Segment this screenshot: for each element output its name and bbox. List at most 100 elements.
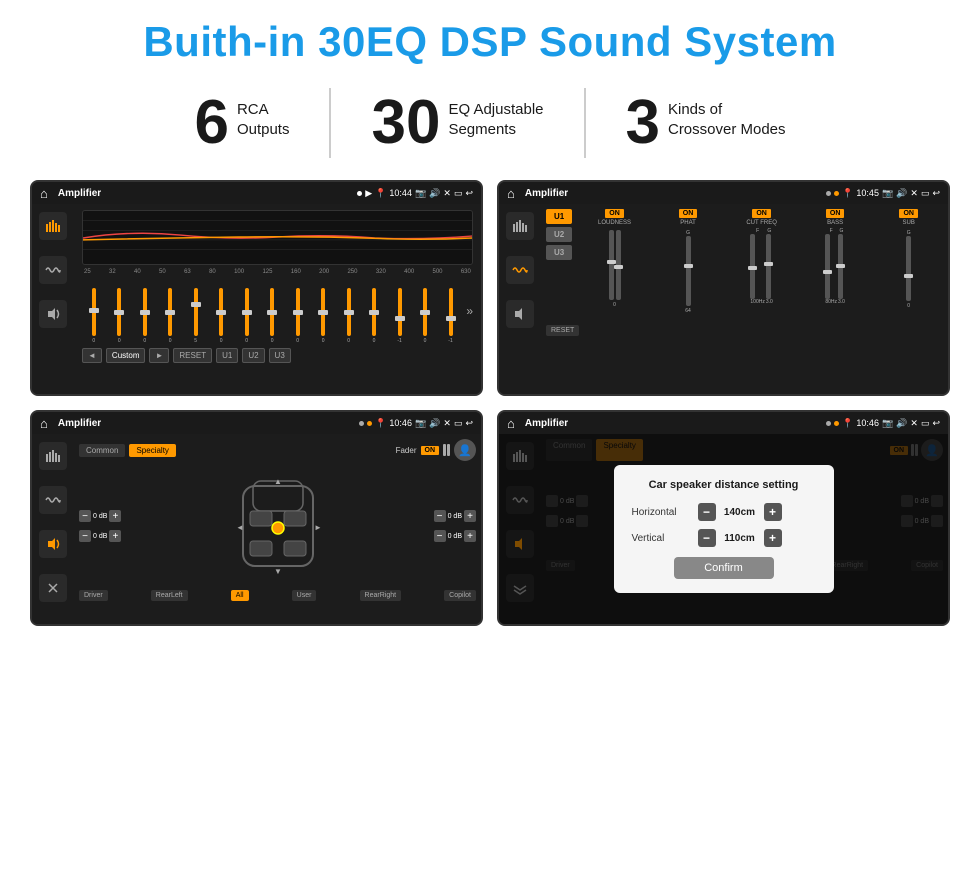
specialty-tab[interactable]: Specialty: [129, 444, 175, 457]
eq-slider-7[interactable]: 0: [235, 288, 258, 344]
copilot-btn[interactable]: Copilot: [444, 590, 476, 601]
fad-sidebar-vol-icon[interactable]: [39, 530, 67, 558]
eq-prev-btn[interactable]: ◄: [82, 348, 102, 363]
cro-sidebar-vol-icon[interactable]: [506, 300, 534, 328]
eq-u1-btn[interactable]: U1: [216, 348, 238, 363]
fader-speaker-layout: − 0 dB + − 0 dB +: [79, 466, 476, 586]
eq-slider-14[interactable]: 0: [413, 288, 436, 344]
channel-cutfreq: ON CUT FREQ F 100Hz G: [727, 209, 796, 314]
eq-u3-btn[interactable]: U3: [269, 348, 291, 363]
sub-fader[interactable]: [906, 236, 911, 301]
distance-screen-content: Common Specialty ON 👤 0 dB 0 dB: [499, 434, 948, 624]
car-diagram: ▲ ▼ ◄ ►: [125, 466, 429, 586]
main-title: Buith-in 30EQ DSP Sound System: [30, 18, 950, 66]
rearleft-btn[interactable]: RearLeft: [151, 590, 188, 601]
horizontal-value: 140cm: [720, 507, 760, 518]
db-minus-4[interactable]: −: [434, 530, 446, 542]
db-plus-1[interactable]: +: [109, 510, 121, 522]
eq-slider-5[interactable]: 5: [184, 288, 207, 344]
loudness-fader-r[interactable]: [616, 230, 621, 300]
cro-sidebar-wave-icon[interactable]: [506, 256, 534, 284]
eq-slider-2[interactable]: 0: [107, 288, 130, 344]
eq-slider-9[interactable]: 0: [286, 288, 309, 344]
home-icon[interactable]: ⌂: [40, 186, 48, 201]
status-bar-fader: ⌂ Amplifier 📍 10:46 📷 🔊 ✕ ▭ ↩: [32, 412, 481, 434]
horizontal-minus-btn[interactable]: −: [698, 503, 716, 521]
db-plus-4[interactable]: +: [464, 530, 476, 542]
eq-next-btn[interactable]: ►: [149, 348, 169, 363]
eq-sidebar-wave-icon[interactable]: [39, 256, 67, 284]
eq-more-icon[interactable]: »: [466, 304, 473, 318]
svg-text:◄: ◄: [236, 523, 244, 532]
cutfreq-fader-g[interactable]: [766, 234, 771, 299]
loudness-fader-l[interactable]: [609, 230, 614, 300]
eq-sidebar-volume-icon[interactable]: [39, 300, 67, 328]
u2-btn[interactable]: U2: [546, 227, 572, 242]
eq-slider-13[interactable]: -1: [388, 288, 411, 344]
db-minus-1[interactable]: −: [79, 510, 91, 522]
eq-slider-11[interactable]: 0: [337, 288, 360, 344]
cutfreq-fader-f[interactable]: [750, 234, 755, 299]
status-icons-crossover: 📍 10:45 📷 🔊 ✕ ▭ ↩: [826, 188, 940, 199]
on-badge-loudness[interactable]: ON: [605, 209, 624, 218]
phat-fader[interactable]: [686, 236, 691, 306]
loudness-val: 0: [613, 302, 616, 308]
eq-sidebar-eq-icon[interactable]: [39, 212, 67, 240]
db-minus-2[interactable]: −: [79, 530, 91, 542]
on-badge-phat[interactable]: ON: [679, 209, 698, 218]
sub-val: 0: [907, 303, 910, 309]
common-tab[interactable]: Common: [79, 444, 125, 457]
db-minus-3[interactable]: −: [434, 510, 446, 522]
eq-slider-15[interactable]: -1: [439, 288, 462, 344]
bass-fader-g[interactable]: [838, 234, 843, 299]
db-control-4: − 0 dB +: [434, 530, 476, 542]
on-badge-cutfreq[interactable]: ON: [752, 209, 771, 218]
eq-screen-content: 253240506380100125160200250320400500630 …: [32, 204, 481, 394]
rearright-btn[interactable]: RearRight: [360, 590, 402, 601]
on-badge-bass[interactable]: ON: [826, 209, 845, 218]
home-icon-crossover[interactable]: ⌂: [507, 186, 515, 201]
window-icon-cro: ▭: [921, 188, 930, 199]
crossover-reset-btn[interactable]: RESET: [546, 325, 579, 336]
eq-slider-4[interactable]: 0: [158, 288, 181, 344]
driver-btn[interactable]: Driver: [79, 590, 108, 601]
confirm-button[interactable]: Confirm: [674, 557, 774, 579]
home-icon-dist[interactable]: ⌂: [507, 416, 515, 431]
db-plus-3[interactable]: +: [464, 510, 476, 522]
bass-fader-f[interactable]: [825, 234, 830, 299]
eq-u2-btn[interactable]: U2: [242, 348, 264, 363]
stat-rca: 6 RCA Outputs: [154, 92, 329, 154]
horizontal-plus-btn[interactable]: +: [764, 503, 782, 521]
u3-btn[interactable]: U3: [546, 245, 572, 260]
channel-label-phat: PHAT: [680, 220, 696, 226]
bass-faders: F 80Hz G 3.0: [825, 228, 845, 305]
fader-on-tag[interactable]: ON: [421, 446, 440, 455]
fader-main: Common Specialty Fader ON 👤: [74, 434, 481, 624]
vertical-minus-btn[interactable]: −: [698, 529, 716, 547]
fader-person-btn[interactable]: 👤: [454, 439, 476, 461]
user-btn[interactable]: User: [292, 590, 317, 601]
fader-label-row: Fader ON 👤: [396, 439, 476, 461]
on-badge-sub[interactable]: ON: [899, 209, 918, 218]
status-bar-eq: ⌂ Amplifier ▶ 📍 10:44 📷 🔊 ✕ ▭ ↩: [32, 182, 481, 204]
play-icon: ▶: [365, 188, 372, 199]
eq-slider-3[interactable]: 0: [133, 288, 156, 344]
eq-left-sidebar: [32, 204, 74, 394]
eq-slider-12[interactable]: 0: [362, 288, 385, 344]
vertical-plus-btn[interactable]: +: [764, 529, 782, 547]
eq-reset-btn[interactable]: RESET: [173, 348, 212, 363]
eq-slider-10[interactable]: 0: [311, 288, 334, 344]
u1-btn[interactable]: U1: [546, 209, 572, 224]
fad-sidebar-expand-icon[interactable]: [39, 574, 67, 602]
eq-slider-1[interactable]: 0: [82, 288, 105, 344]
eq-slider-6[interactable]: 0: [209, 288, 232, 344]
cro-sidebar-eq-icon[interactable]: [506, 212, 534, 240]
eq-slider-8[interactable]: 0: [260, 288, 283, 344]
db-plus-2[interactable]: +: [109, 530, 121, 542]
fad-sidebar-wave-icon[interactable]: [39, 486, 67, 514]
stats-row: 6 RCA Outputs 30 EQ Adjustable Segments …: [30, 88, 950, 158]
all-btn[interactable]: All: [231, 590, 249, 601]
fad-sidebar-eq-icon[interactable]: [39, 442, 67, 470]
fader-bottom-buttons: Driver RearLeft All User RearRight Copil…: [79, 590, 476, 601]
home-icon-fader[interactable]: ⌂: [40, 416, 48, 431]
